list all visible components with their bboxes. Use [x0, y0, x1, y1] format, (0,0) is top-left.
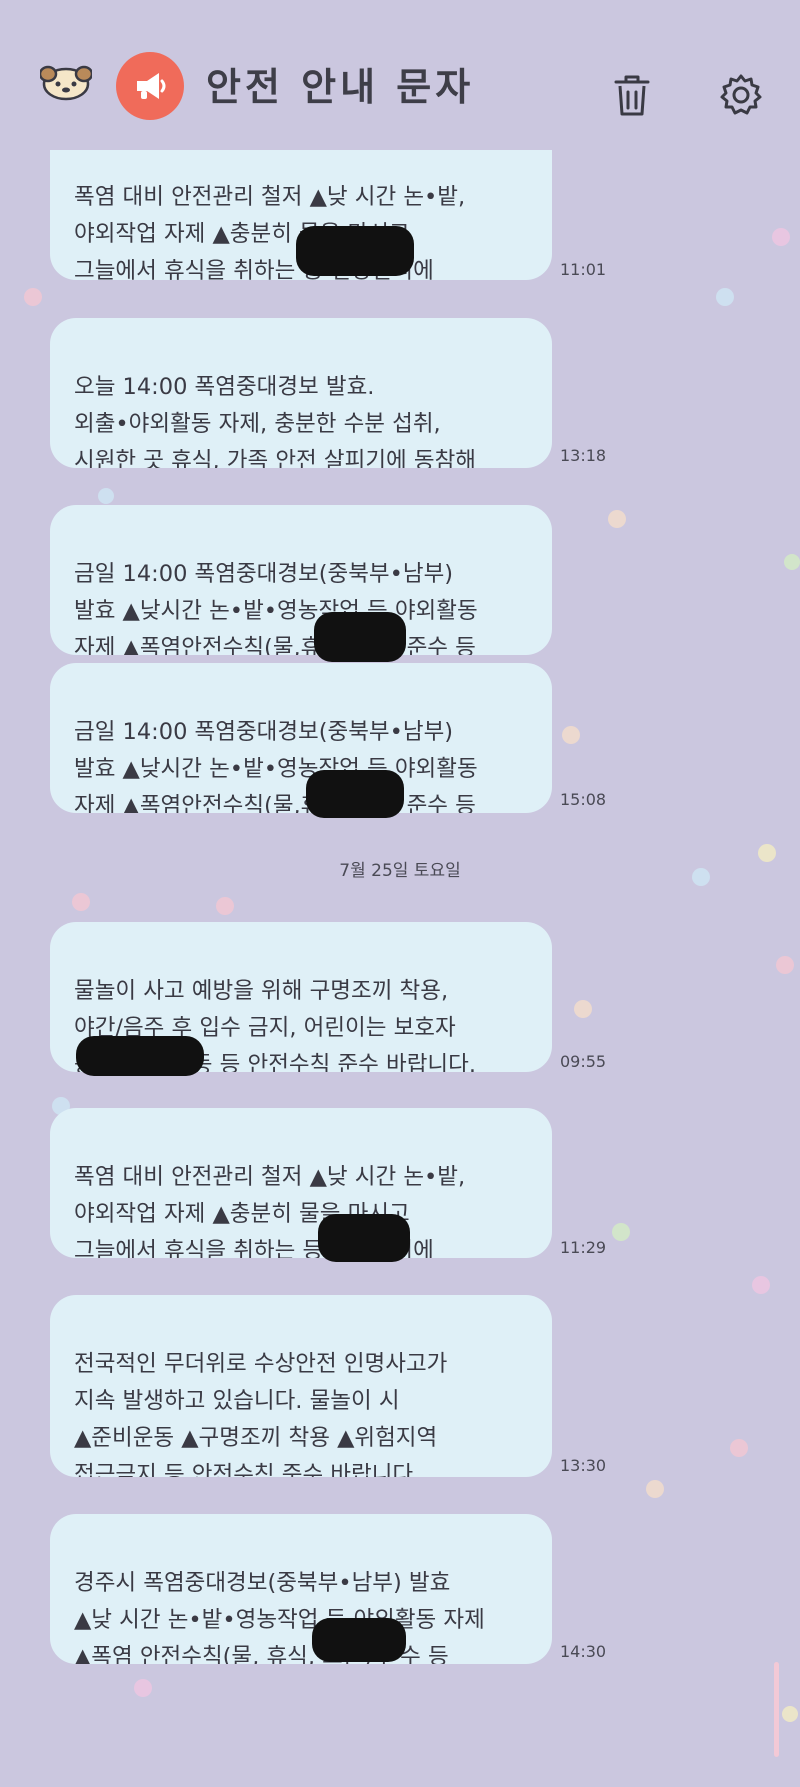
- message-text: 경주시 폭염중대경보(중북부•남부) 발효 ▲낮 시간 논•밭•영농작업 등 야…: [74, 1570, 485, 1664]
- message-bubble[interactable]: 오늘 14:00 폭염중대경보 발효. 외출•야외활동 자제, 충분한 수분 섭…: [50, 318, 552, 468]
- redaction-mark: [314, 612, 406, 662]
- message-feed[interactable]: 폭염 대비 안전관리 철저 ▲낮 시간 논•밭, 야외작업 자제 ▲충분히 물을…: [0, 0, 800, 1787]
- confetti-dot: [612, 1223, 630, 1241]
- trash-icon[interactable]: [610, 72, 654, 120]
- confetti-dot: [562, 726, 580, 744]
- confetti-dot: [776, 956, 794, 974]
- confetti-dot: [772, 228, 790, 246]
- redaction-mark: [312, 1618, 406, 1662]
- message-text: 오늘 14:00 폭염중대경보 발효. 외출•야외활동 자제, 충분한 수분 섭…: [74, 374, 476, 468]
- confetti-dot: [730, 1439, 748, 1457]
- page-title: 안전 안내 문자: [206, 65, 475, 109]
- confetti-dot: [716, 288, 734, 306]
- confetti-dot: [646, 1480, 664, 1498]
- message-time: 11:01: [560, 260, 607, 279]
- message-bubble[interactable]: 전국적인 무더위로 수상안전 인명사고가 지속 발생하고 있습니다. 물놀이 시…: [50, 1295, 552, 1477]
- redaction-mark: [306, 770, 404, 818]
- message-time: 14:30: [560, 1642, 607, 1661]
- message-text: 금일 14:00 폭염중대경보(중북부•남부) 발효 ▲낮시간 논•밭•영농작업…: [74, 719, 478, 813]
- confetti-dot: [72, 893, 90, 911]
- dog-face-icon[interactable]: [38, 62, 94, 102]
- message-time: 11:29: [560, 1238, 607, 1257]
- redaction-mark: [296, 226, 414, 276]
- confetti-dot: [216, 897, 234, 915]
- message-time: 09:55: [560, 1052, 607, 1071]
- megaphone-icon[interactable]: [116, 52, 184, 120]
- confetti-dot: [608, 510, 626, 528]
- message-bubble[interactable]: 경주시 폭염중대경보(중북부•남부) 발효 ▲낮 시간 논•밭•영농작업 등 야…: [50, 1514, 552, 1664]
- confetti-dot: [24, 288, 42, 306]
- message-time: 13:18: [560, 446, 607, 465]
- confetti-dot: [752, 1276, 770, 1294]
- message-bubble[interactable]: 금일 14:00 폭염중대경보(중북부•남부) 발효 ▲낮시간 논•밭•영농작업…: [50, 505, 552, 655]
- confetti-dot: [784, 554, 800, 570]
- redaction-mark: [318, 1214, 410, 1262]
- scrollbar[interactable]: [774, 1662, 779, 1757]
- message-bubble[interactable]: 금일 14:00 폭염중대경보(중북부•남부) 발효 ▲낮시간 논•밭•영농작업…: [50, 663, 552, 813]
- gear-icon[interactable]: [718, 72, 764, 118]
- date-separator: 7월 25일 토요일: [339, 861, 461, 881]
- message-text: 전국적인 무더위로 수상안전 인명사고가 지속 발생하고 있습니다. 물놀이 시…: [74, 1351, 448, 1477]
- message-bubble[interactable]: 폭염 대비 안전관리 철저 ▲낮 시간 논•밭, 야외작업 자제 ▲충분히 물을…: [50, 1108, 552, 1258]
- confetti-dot: [98, 488, 114, 504]
- redaction-mark: [76, 1036, 204, 1076]
- confetti-dot: [134, 1679, 152, 1697]
- top-bar: 안전 안내 문자: [0, 0, 800, 150]
- message-time: 13:30: [560, 1456, 607, 1475]
- confetti-dot: [782, 1706, 798, 1722]
- message-text: 금일 14:00 폭염중대경보(중북부•남부) 발효 ▲낮시간 논•밭•영농작업…: [74, 561, 478, 655]
- confetti-dot: [574, 1000, 592, 1018]
- message-time: 15:08: [560, 790, 607, 809]
